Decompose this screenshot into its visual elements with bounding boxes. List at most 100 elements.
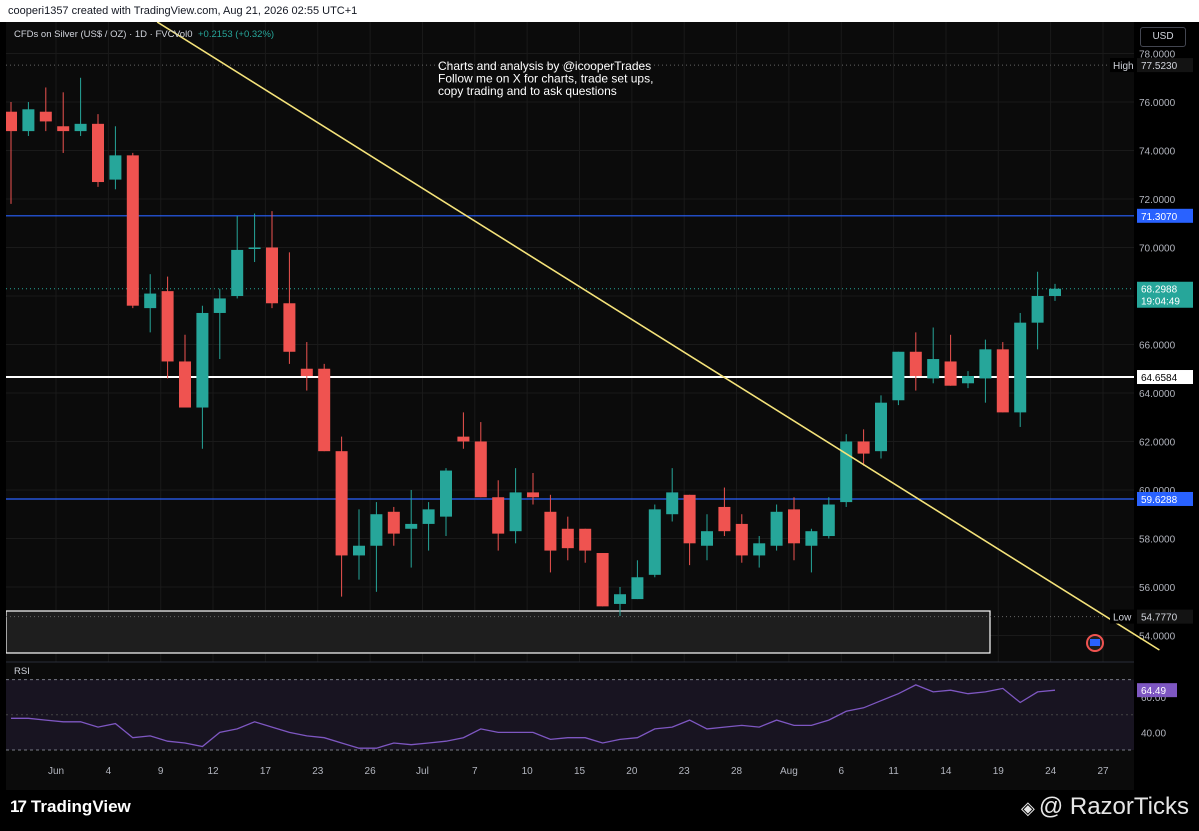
candle-body (126, 155, 139, 306)
candle-body (213, 298, 226, 313)
candle-body (735, 523, 748, 556)
candle-body (179, 361, 191, 408)
candle-body (370, 514, 383, 546)
x-tick-label: 10 (522, 766, 534, 777)
candle-body (527, 492, 539, 498)
candle-body (1049, 288, 1061, 296)
y-tick-label: 58.0000 (1139, 534, 1176, 545)
level-tag-price: 64.6584 (1141, 373, 1178, 384)
razorticks-icon: ◈ (1021, 798, 1035, 818)
candle-body (509, 492, 522, 532)
x-tick-label: 20 (626, 766, 638, 777)
candle-body (335, 451, 348, 556)
y-tick-label: 66.0000 (1139, 340, 1176, 351)
candle-body (387, 511, 400, 534)
candle-body (92, 123, 104, 183)
razorticks-logo: ◈ @ RazorTicks (1021, 793, 1189, 821)
x-tick-label: 11 (888, 766, 899, 777)
x-tick-label: Jun (48, 766, 64, 777)
watermark-bar: cooperi1357 created with TradingView.com… (0, 0, 1199, 22)
level-tag-price: 77.5230 (1141, 61, 1178, 72)
candle-body (701, 531, 713, 546)
candle-body (353, 545, 365, 556)
tradingview-icon: 17 (10, 797, 27, 816)
candle-body (631, 577, 644, 600)
tradingview-logo[interactable]: 17 TradingView (10, 797, 131, 817)
candle-body (39, 111, 52, 122)
candle-body (492, 497, 505, 534)
candle-body (1031, 295, 1044, 323)
candle-body (144, 293, 157, 309)
rsi-band (6, 679, 1134, 750)
rsi-tick-label: 40.00 (1141, 728, 1166, 739)
candle-body (805, 531, 818, 546)
candle-body (579, 528, 592, 551)
tradingview-label: TradingView (30, 797, 131, 816)
candle-body (109, 155, 122, 180)
x-tick-label: Aug (780, 766, 798, 777)
level-tag-label: High (1113, 61, 1134, 72)
candle-body (927, 359, 940, 379)
x-tick-label: 15 (574, 766, 586, 777)
x-tick-label: 28 (731, 766, 743, 777)
y-tick-label: 64.0000 (1139, 389, 1176, 400)
annotation-text: copy trading and to ask questions (438, 84, 617, 98)
candle-body (405, 523, 418, 529)
candle-body (300, 368, 313, 377)
rsi-value: 64.49 (1141, 686, 1166, 697)
candle-body (753, 543, 766, 556)
y-tick-label: 76.0000 (1139, 98, 1176, 109)
candle-body (6, 111, 17, 132)
price-pane (6, 22, 1134, 650)
level-tag-label: Low (1113, 613, 1132, 624)
candle-body (892, 351, 905, 401)
x-tick-label: 27 (1097, 766, 1109, 777)
candle-body (666, 492, 679, 515)
price-axis (1134, 22, 1193, 790)
y-tick-label: 70.0000 (1139, 243, 1176, 254)
candle-body (1014, 322, 1027, 413)
candle-body (196, 312, 209, 408)
candle-body (718, 506, 731, 532)
x-tick-label: 17 (260, 766, 272, 777)
razorticks-label: @ RazorTicks (1038, 793, 1189, 820)
candle-body (822, 504, 835, 537)
candle-body (996, 349, 1009, 413)
footer (0, 790, 1199, 831)
candle-body (909, 351, 922, 377)
flag-icon-inner (1090, 639, 1100, 646)
currency-button[interactable]: USD (1140, 27, 1186, 47)
x-tick-label: 19 (993, 766, 1005, 777)
candle-body (788, 509, 800, 544)
price-chart[interactable]: 78.000076.000074.000072.000070.000068.00… (6, 22, 1193, 790)
candle-body (22, 109, 35, 132)
candle-body (283, 303, 296, 352)
x-tick-label: 26 (365, 766, 377, 777)
candle-body (561, 528, 574, 549)
candle-body (266, 247, 278, 304)
chart-frame: 78.000076.000074.000072.000070.000068.00… (6, 22, 1193, 790)
symbol-change: +0.2153 (+0.32%) (198, 29, 274, 40)
level-tag-price: 59.6288 (1141, 495, 1178, 506)
candle-body (231, 249, 244, 296)
candle-body (979, 349, 992, 379)
candle-body (457, 436, 470, 442)
x-tick-label: 23 (312, 766, 324, 777)
y-tick-label: 74.0000 (1139, 147, 1176, 158)
candle-body (248, 247, 261, 249)
level-tag-price: 71.3070 (1141, 212, 1178, 223)
candle-body (648, 509, 661, 575)
overlay-box (6, 610, 991, 654)
candle-body (544, 511, 557, 551)
candle-body (770, 511, 783, 546)
candle-body (596, 553, 609, 607)
candle-body (962, 376, 974, 384)
candle-body (318, 368, 331, 452)
x-tick-label: 14 (940, 766, 952, 777)
candle-body (683, 494, 696, 544)
x-tick-label: Jul (416, 766, 429, 777)
level-tag-price: 68.2988 (1141, 285, 1178, 296)
x-tick-label: 23 (679, 766, 691, 777)
candle-body (440, 470, 452, 517)
candle-body (422, 509, 435, 524)
